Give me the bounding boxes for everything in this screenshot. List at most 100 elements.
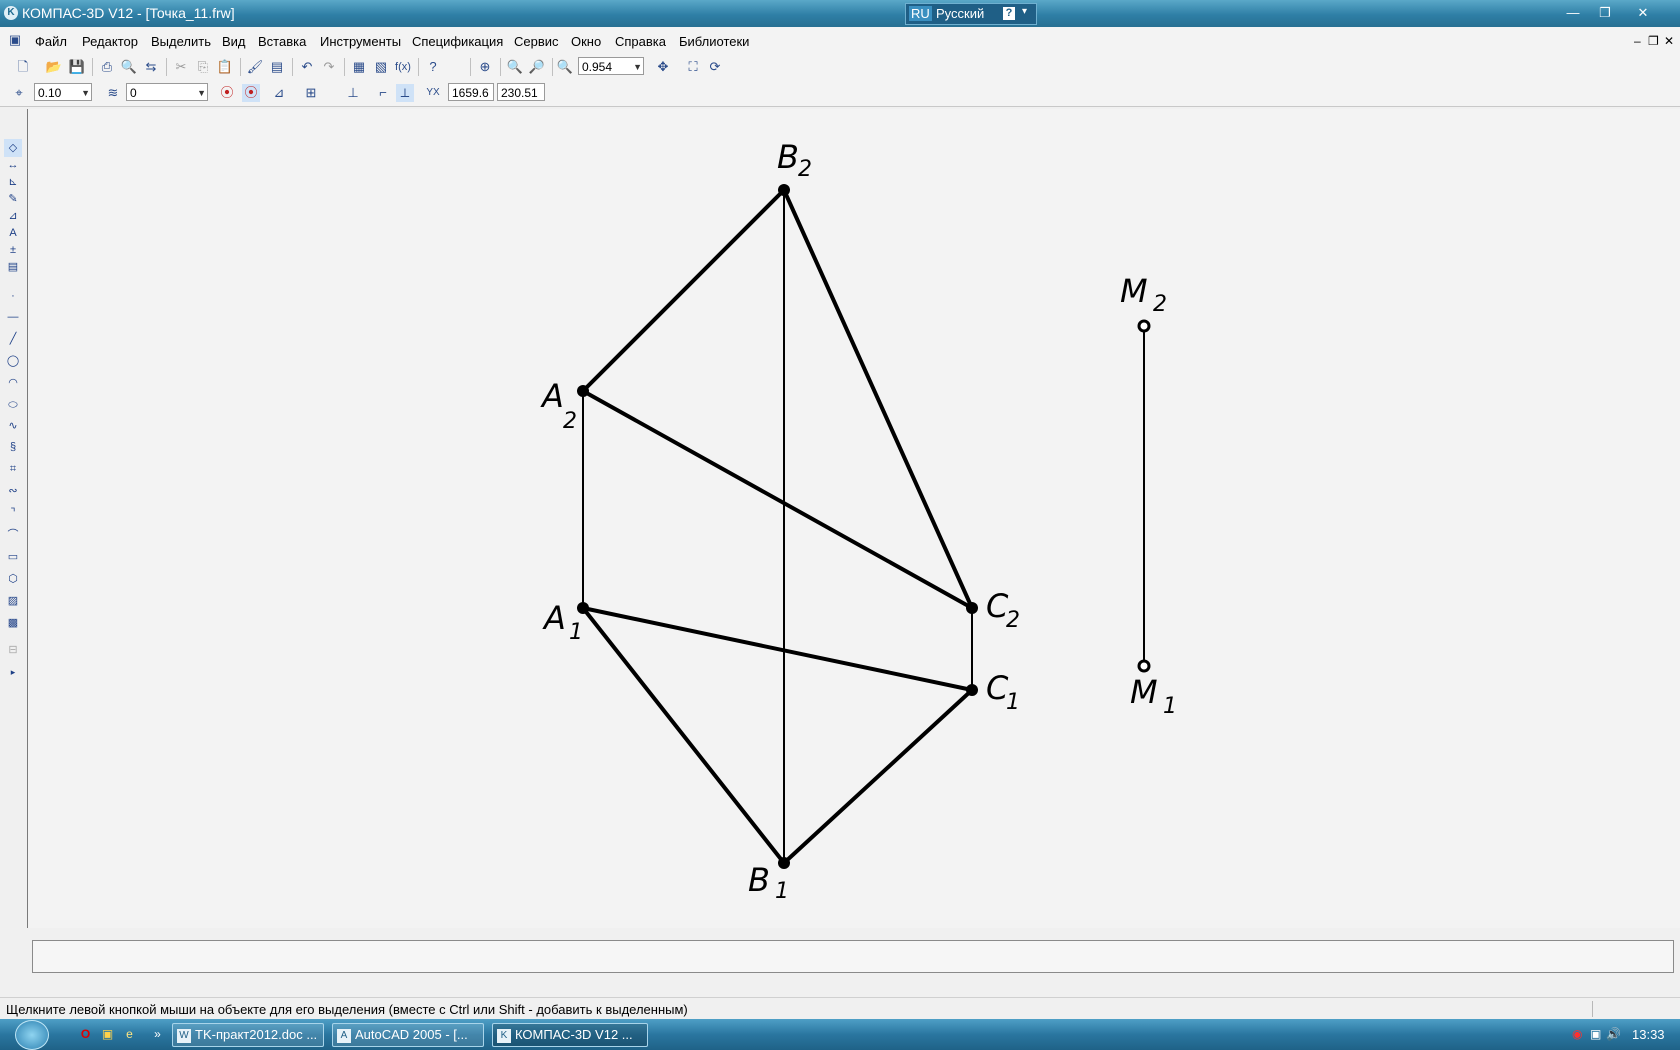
symbols-panel-icon[interactable]: ⊾ xyxy=(4,173,22,191)
explorer-icon[interactable]: ▣ xyxy=(100,1027,115,1042)
language-code[interactable]: RU xyxy=(909,6,932,21)
snap-icon[interactable]: ⦿ xyxy=(218,84,236,102)
step-dropdown-icon[interactable]: ▼ xyxy=(81,84,90,102)
volume-icon[interactable]: 🔊 xyxy=(1606,1027,1621,1041)
point-m2[interactable] xyxy=(1137,319,1151,333)
undo-icon[interactable]: ↶ xyxy=(298,58,316,76)
redo-icon[interactable]: ↷ xyxy=(320,58,338,76)
properties-icon[interactable]: ▤ xyxy=(268,58,286,76)
bezier-tool-icon[interactable]: § xyxy=(4,438,22,456)
menu-libraries[interactable]: Библиотеки xyxy=(679,34,749,49)
menu-select[interactable]: Выделить xyxy=(151,34,211,49)
opera-icon[interactable]: O xyxy=(78,1027,93,1042)
point-b1[interactable] xyxy=(778,857,790,869)
doc-close-button[interactable]: ✕ xyxy=(1664,34,1674,48)
nurbs-tool-icon[interactable]: ∾ xyxy=(4,482,22,500)
ortho-mode-icon[interactable]: ⌐ xyxy=(374,84,392,102)
format-painter-icon[interactable]: 🖌 xyxy=(246,58,264,76)
cut-icon[interactable]: ✂ xyxy=(172,58,190,76)
menu-tools[interactable]: Инструменты xyxy=(320,34,401,49)
tray-app-icon[interactable]: ◉ xyxy=(1572,1027,1582,1041)
geometry-panel-icon[interactable]: ◇ xyxy=(4,139,22,157)
polygon-tool-icon[interactable]: ⬡ xyxy=(4,570,22,588)
edit-panel-icon[interactable]: ✎ xyxy=(4,190,22,208)
function-icon[interactable]: f(x) xyxy=(394,58,412,76)
menu-specification[interactable]: Спецификация xyxy=(412,34,503,49)
menu-edit[interactable]: Редактор xyxy=(82,34,138,49)
line-b2-c2[interactable] xyxy=(782,188,974,610)
dimensions-panel-icon[interactable]: ↔ xyxy=(4,156,22,174)
context-help-icon[interactable]: ? xyxy=(424,58,442,76)
doc-restore-button[interactable]: ❐ xyxy=(1648,34,1659,48)
property-panel[interactable] xyxy=(32,940,1674,973)
parametric-mode-icon[interactable]: ⟂ xyxy=(396,84,414,102)
pan-icon[interactable]: ✥ xyxy=(654,58,672,76)
show-all-icon[interactable]: ⛶ xyxy=(684,58,702,76)
zoom-in-icon[interactable]: 🔍 xyxy=(506,58,524,76)
point-a1[interactable] xyxy=(577,602,589,614)
language-options-icon[interactable]: ▾ xyxy=(1022,6,1027,17)
cursor-step-icon[interactable]: ⌖ xyxy=(10,84,28,102)
save-icon[interactable]: 💾 xyxy=(68,58,86,76)
line-a1-c1[interactable] xyxy=(581,606,974,692)
network-icon[interactable]: ▣ xyxy=(1590,1027,1601,1041)
auxiliary-line-icon[interactable]: — xyxy=(4,308,22,326)
polyline-tool-icon[interactable]: ⌗ xyxy=(4,460,22,478)
restore-button[interactable]: ❐ xyxy=(1592,3,1618,22)
orthogonal-icon[interactable]: ⊿ xyxy=(270,84,288,102)
arc-tool-icon[interactable]: ◠ xyxy=(4,374,22,392)
circle-tool-icon[interactable]: ◯ xyxy=(4,352,22,370)
chamfer-tool-icon[interactable]: ⌝ xyxy=(4,504,22,522)
spec-panel-icon[interactable]: ▤ xyxy=(4,258,22,276)
point-b2[interactable] xyxy=(778,184,790,196)
menu-service[interactable]: Сервис xyxy=(514,34,559,49)
menu-help[interactable]: Справка xyxy=(615,34,666,49)
rectangle-tool-icon[interactable]: ▭ xyxy=(4,548,22,566)
open-icon[interactable]: 📂 xyxy=(45,58,63,76)
drawing-canvas[interactable]: B 2 A 2 A 1 C 2 C 1 B 1 M 2 M 1 xyxy=(27,109,1680,928)
document-icon[interactable]: ▣ xyxy=(6,31,24,49)
line-c1-b1[interactable] xyxy=(782,688,974,865)
close-button[interactable]: ✕ xyxy=(1630,3,1656,22)
zoom-window-icon[interactable]: ⊕ xyxy=(476,58,494,76)
point-c2[interactable] xyxy=(966,602,978,614)
parametrize-panel-icon[interactable]: ⊿ xyxy=(4,207,22,225)
clock[interactable]: 13:33 xyxy=(1632,1027,1665,1042)
export-icon[interactable]: ⇆ xyxy=(142,58,160,76)
measure-panel-icon[interactable]: A xyxy=(4,224,22,242)
line-a2-b2[interactable] xyxy=(581,188,786,393)
paste-icon[interactable]: 📋 xyxy=(216,58,234,76)
menu-view[interactable]: Вид xyxy=(222,34,246,49)
spline-tool-icon[interactable]: ∿ xyxy=(4,417,22,435)
local-cs-icon[interactable]: ⊥ xyxy=(344,84,362,102)
hatch-tool-icon[interactable]: ▨ xyxy=(4,592,22,610)
point-m1[interactable] xyxy=(1137,659,1151,673)
point-a2[interactable] xyxy=(577,385,589,397)
task-autocad[interactable]: A AutoCAD 2005 - [... xyxy=(332,1023,484,1047)
layers-icon[interactable]: ≋ xyxy=(104,84,122,102)
ie-icon[interactable]: e xyxy=(122,1027,137,1042)
kompas-app-icon[interactable]: K xyxy=(4,6,18,20)
task-word[interactable]: W TK-практ2012.doc ... xyxy=(172,1023,324,1047)
refresh-icon[interactable]: ⟳ xyxy=(706,58,724,76)
language-bar[interactable]: RU Русский ? ▾ xyxy=(905,3,1037,25)
start-button[interactable] xyxy=(15,1020,49,1050)
line-a1-b1[interactable] xyxy=(581,606,786,865)
step-field[interactable]: 0.10 ▼ xyxy=(34,83,92,101)
segment-tool-icon[interactable]: ╱ xyxy=(4,330,22,348)
ellipse-tool-icon[interactable]: ⬭ xyxy=(4,396,22,414)
point-c1[interactable] xyxy=(966,684,978,696)
zoom-scale-icon[interactable]: 🔍 xyxy=(556,58,574,76)
layer-field[interactable]: 0 ▼ xyxy=(126,83,208,101)
new-document-icon[interactable]: 🗋 xyxy=(14,58,32,76)
variables-icon[interactable]: ▧ xyxy=(372,58,390,76)
zoom-out-icon[interactable]: 🔎 xyxy=(528,58,546,76)
more-quicklaunch-icon[interactable]: » xyxy=(150,1027,165,1042)
manager-icon[interactable]: ▦ xyxy=(350,58,368,76)
local-snap-icon[interactable]: ⦿ xyxy=(242,84,260,102)
zoom-dropdown-icon[interactable]: ▼ xyxy=(633,58,642,76)
help-icon[interactable]: ? xyxy=(1003,7,1015,20)
point-tool-icon[interactable]: · xyxy=(4,287,22,305)
grid-icon[interactable]: ⊞ xyxy=(302,84,320,102)
select-panel-icon[interactable]: ± xyxy=(4,241,22,259)
